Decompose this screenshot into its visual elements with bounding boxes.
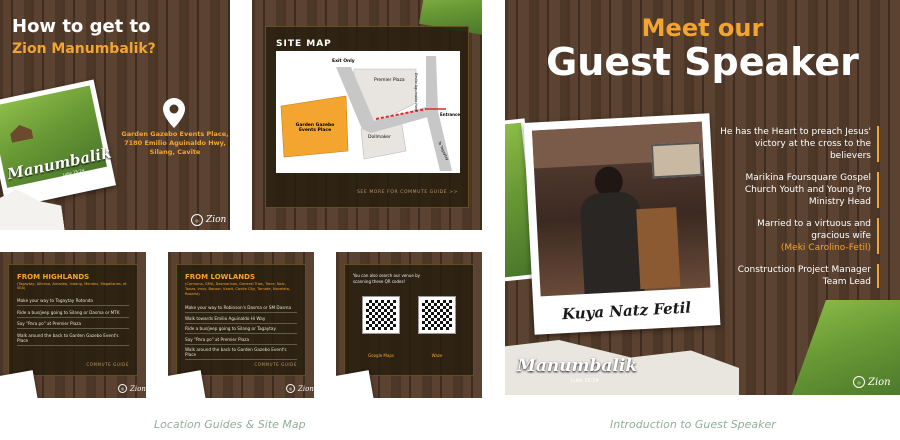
speaker-photo <box>531 121 711 297</box>
commute-guide-link[interactable]: SEE MORE FOR COMMUTE GUIDE >> <box>357 190 458 195</box>
site-map-panel: SITE MAP Exit Only Premier Plaza Garden … <box>265 26 469 208</box>
card-how-to-get: How to get to Zion Manumbalik? Manumbali… <box>0 0 230 230</box>
seal-icon: ◎ <box>191 214 203 226</box>
commute-guide-label: COMMUTE GUIDE <box>254 362 297 367</box>
corner-photo <box>168 370 207 398</box>
list-item: Say "Para po" at Premier Plaza <box>185 337 297 345</box>
zion-logo: ◎ Zion <box>286 384 314 393</box>
zion-logo: ◎ Zion <box>853 376 891 388</box>
speaker-polaroid: Kuya Natz Fetil <box>523 113 721 335</box>
label-entrance: Entrance <box>440 112 461 117</box>
label-emilio: Emilio Aguinaldo Hwy <box>414 73 418 111</box>
title-line-2: Zion Manumbalik? <box>12 41 156 57</box>
waze-qr[interactable] <box>418 296 456 334</box>
card-guest-speaker: Meet our Guest Speaker Kuya Natz Fetil H… <box>505 0 900 395</box>
polaroid-photo: Manumbalik Luke 15:24 <box>0 79 117 209</box>
site-map-heading: SITE MAP <box>276 39 332 49</box>
card-highlands: FROM HIGHLANDS (Tagaytay, Alfonso, Amade… <box>0 252 146 398</box>
venue-address: Garden Gazebo Events Place, 7180 Emilio … <box>121 130 229 156</box>
fact-work: Construction Project Manager Team Lead <box>719 264 879 288</box>
corner-photo <box>0 370 39 398</box>
fact-heart: He has the Heart to preach Jesus' victor… <box>719 126 879 162</box>
list-item: Walk around the back to Garden Gazebo Ev… <box>185 347 297 360</box>
label-garden-gazebo: Garden Gazebo Events Place <box>295 123 335 133</box>
highlands-heading: FROM HIGHLANDS <box>17 273 90 281</box>
seal-icon: ◎ <box>118 384 127 393</box>
card-site-map: SITE MAP Exit Only Premier Plaza Garden … <box>252 0 482 230</box>
highlands-panel: FROM HIGHLANDS (Tagaytay, Alfonso, Amade… <box>8 264 138 376</box>
lowlands-heading: FROM LOWLANDS <box>185 273 255 281</box>
fact-ministry: Marikina Foursquare Gospel Church Youth … <box>719 172 879 208</box>
card-qr-codes: You can also search our venue by scannin… <box>336 252 482 398</box>
list-item: Make your way to Robinson's Dasma or SM … <box>185 305 297 313</box>
commute-guide-label: COMMUTE GUIDE <box>86 362 129 367</box>
speaker-title-small: Meet our <box>641 14 764 42</box>
list-item: Ride a bus/jeep going to Silang or Tagay… <box>185 326 297 334</box>
zion-logo: ◎ Zion <box>191 214 226 226</box>
caption-guest-speaker: Introduction to Guest Speaker <box>610 418 776 431</box>
fact-married: Married to a virtuous and gracious wife(… <box>719 218 879 254</box>
highlands-subheading: (Tagaytay, Alfonso, Amadeo, Indang, Mend… <box>17 282 127 290</box>
google-maps-qr[interactable] <box>362 296 400 334</box>
qr-panel: You can also search our venue by scannin… <box>344 264 474 376</box>
waze-label: Waze <box>431 353 443 358</box>
corner-photo <box>336 370 375 398</box>
label-dollmaker: Dollmaker <box>368 135 391 140</box>
brand-verse: Luke 15:24 <box>571 378 599 384</box>
qr-intro: You can also search our venue by scannin… <box>353 273 420 284</box>
brand-script: Manumbalik <box>517 356 638 376</box>
google-maps-label: Google Maps <box>368 353 394 358</box>
label-exit-only: Exit Only <box>332 59 355 64</box>
lowlands-subheading: (Carmona, GMA, Dasmarinas, General Trias… <box>185 282 291 296</box>
caption-location-guides: Location Guides & Site Map <box>154 418 306 431</box>
speaker-title-big: Guest Speaker <box>546 40 859 84</box>
list-item: Walk around the back to Garden Gazebo Ev… <box>17 333 129 346</box>
zion-logo: ◎ Zion <box>118 384 146 393</box>
title-line-1: How to get to <box>12 16 151 37</box>
site-map-drawing: Exit Only Premier Plaza Garden Gazebo Ev… <box>276 51 460 173</box>
card-lowlands: FROM LOWLANDS (Carmona, GMA, Dasmarinas,… <box>168 252 314 398</box>
label-premier-plaza: Premier Plaza <box>374 78 405 83</box>
lowlands-panel: FROM LOWLANDS (Carmona, GMA, Dasmarinas,… <box>176 264 306 376</box>
list-item: Make your way to Tagaytay Rotonda <box>17 298 129 306</box>
list-item: Walk towards Emilio Aguinaldo Hi Way <box>185 316 297 324</box>
speaker-facts: He has the Heart to preach Jesus' victor… <box>719 126 879 298</box>
seal-icon: ◎ <box>853 376 865 388</box>
page-title: How to get to Zion Manumbalik? <box>12 16 156 60</box>
list-item: Say "Para po" at Premier Plaza <box>17 321 129 329</box>
location-pin-icon <box>163 98 185 128</box>
list-item: Ride a bus/jeep going to Silang or Dasma… <box>17 310 129 318</box>
speaker-name: Kuya Natz Fetil <box>561 298 692 324</box>
seal-icon: ◎ <box>286 384 295 393</box>
